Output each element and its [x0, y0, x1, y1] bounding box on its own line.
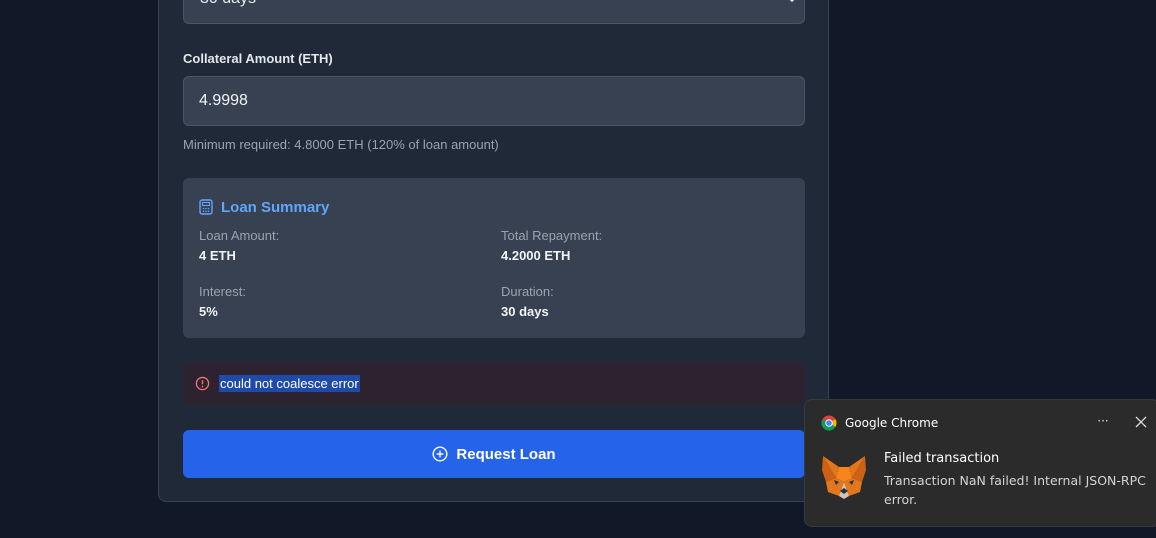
- total-repayment-value: 4.2000 ETH: [501, 248, 571, 263]
- duration-select-value: 30 days: [200, 0, 256, 8]
- calculator-icon: [199, 199, 213, 215]
- collateral-hint: Minimum required: 4.8000 ETH (120% of lo…: [183, 137, 499, 152]
- error-message: could not coalesce error: [219, 375, 360, 392]
- total-repayment-label: Total Repayment:: [501, 228, 603, 243]
- loan-summary-heading: Loan Summary: [199, 198, 329, 216]
- loan-amount-value: 4 ETH: [199, 248, 236, 263]
- request-loan-button[interactable]: Request Loan: [183, 430, 805, 478]
- plus-circle-icon: [432, 446, 448, 462]
- chrome-icon: [821, 415, 837, 431]
- loan-amount-label: Loan Amount:: [199, 228, 280, 243]
- notification-header: Google Chrome: [821, 414, 938, 432]
- loan-summary-panel: Loan Summary Loan Amount: 4 ETH Total Re…: [183, 178, 805, 338]
- chrome-notification[interactable]: Google Chrome ··· Failed transaction Tra…: [804, 399, 1156, 527]
- error-alert: could not coalesce error: [183, 362, 805, 405]
- collateral-label: Collateral Amount (ETH): [183, 51, 333, 66]
- collateral-amount-input[interactable]: [183, 76, 805, 126]
- chevron-down-icon: [789, 0, 795, 3]
- page: 30 days Collateral Amount (ETH) Minimum …: [0, 0, 1156, 538]
- notification-message: Transaction NaN failed! Internal JSON-RP…: [884, 473, 1146, 507]
- notification-app-name: Google Chrome: [845, 416, 939, 430]
- interest-label: Interest:: [199, 284, 246, 299]
- duration-select[interactable]: 30 days: [183, 0, 805, 24]
- metamask-fox-icon: [822, 456, 866, 499]
- notification-title: Failed transaction: [884, 451, 1000, 466]
- alert-circle-icon: [195, 376, 210, 391]
- duration-value: 30 days: [501, 304, 549, 319]
- interest-value: 5%: [199, 304, 218, 319]
- loan-summary-title: Loan Summary: [221, 198, 330, 216]
- duration-label: Duration:: [501, 284, 554, 299]
- request-loan-label: Request Loan: [456, 445, 556, 463]
- more-options-button[interactable]: ···: [1095, 412, 1111, 430]
- close-icon[interactable]: [1132, 413, 1150, 431]
